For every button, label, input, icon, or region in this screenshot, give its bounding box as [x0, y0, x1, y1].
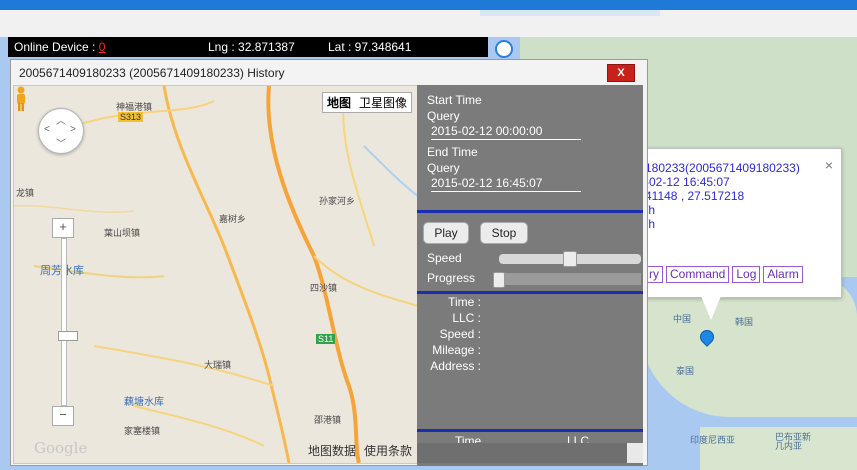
map-place-reservoir: 藕塘水库: [124, 397, 164, 408]
pan-control[interactable]: ︿ ﹀ < >: [38, 108, 84, 154]
dialog-close-button[interactable]: X: [607, 64, 635, 82]
zoom-control: + −: [52, 218, 78, 426]
street-view-pegman-icon[interactable]: [14, 86, 28, 112]
land-area: [640, 277, 857, 417]
map-place: 家塞楼镇: [124, 426, 161, 436]
latitude-readout: Lat : 97.348641: [328, 40, 412, 54]
map-type-switch: 地图 卫星图像: [321, 92, 412, 113]
google-logo: Google: [34, 439, 88, 457]
map-label-korea: 韩国: [735, 317, 754, 327]
top-toolbar: [0, 10, 857, 37]
map-place: 四沙镇: [310, 283, 338, 293]
map-road-shield: S11: [316, 334, 336, 344]
map-place: 邵港镇: [314, 415, 342, 425]
status-bar: Online Device : 0 Lng : 32.871387 Lat : …: [8, 37, 488, 57]
info-time-label: Time :: [448, 295, 481, 309]
online-device-label: Online Device :: [14, 40, 99, 54]
popup-pointer: [701, 296, 721, 320]
dialog-title: 2005671409180233 (2005671409180233) Hist…: [19, 66, 285, 80]
map-label-papua: 巴布亚新几内亚: [775, 432, 812, 451]
map-label-china: 中国: [673, 314, 692, 324]
zoom-track[interactable]: [58, 238, 78, 406]
pan-up-icon[interactable]: ︿: [56, 112, 66, 127]
progress-bar[interactable]: [493, 272, 641, 288]
popup-close-icon[interactable]: ×: [825, 157, 833, 173]
speed-slider[interactable]: [499, 251, 641, 267]
speed-slider-thumb[interactable]: [563, 251, 577, 267]
end-time-field[interactable]: 2015-02-12 16:45:07: [431, 176, 581, 192]
map-label-thailand: 泰国: [676, 366, 695, 376]
map-place: 嘉树乡: [219, 214, 247, 224]
zoom-handle[interactable]: [58, 331, 78, 341]
map-place: 龙镇: [16, 188, 35, 198]
zoom-out-button[interactable]: −: [52, 406, 74, 426]
play-button[interactable]: Play: [423, 222, 469, 244]
start-time-field[interactable]: 2015-02-12 00:00:00: [431, 124, 581, 140]
progress-label: Progress: [427, 271, 476, 285]
map-type-map-button[interactable]: 地图: [323, 93, 355, 112]
pan-right-icon[interactable]: >: [70, 124, 76, 135]
toolbar-tab-indicator: [480, 10, 660, 16]
map-label-indonesia: 印度尼西亚: [690, 435, 736, 445]
top-accent-strip: [0, 0, 857, 10]
pan-down-icon[interactable]: ﹀: [56, 135, 66, 150]
online-device: Online Device : 0: [14, 37, 105, 57]
map-type-satellite-button[interactable]: 卫星图像: [355, 93, 411, 112]
history-control-panel: Start Time Query 2015-02-12 00:00:00 End…: [417, 85, 643, 466]
online-device-count[interactable]: 0: [99, 40, 106, 54]
map-place: 葉山坝镇: [104, 228, 141, 238]
map-place: 大瑞镇: [204, 360, 232, 370]
popup-device-id: 180233(2005671409180233): [645, 161, 800, 175]
info-popup: 180233(2005671409180233) -02-12 16:45:07…: [630, 148, 842, 320]
info-mileage-label: Mileage :: [432, 343, 481, 357]
popup-coordinates: 41148 , 27.517218: [645, 189, 745, 203]
longitude-readout: Lng : 32.871387: [208, 40, 295, 54]
map-data-link[interactable]: 地图数据: [308, 444, 356, 458]
track-table-body: [417, 443, 627, 463]
map-place: 孙家河乡: [319, 196, 356, 206]
map-road-shield: S313: [118, 112, 144, 122]
popup-time: -02-12 16:45:07: [645, 175, 730, 189]
progress-thumb[interactable]: [493, 272, 505, 288]
end-query-label: Query: [427, 161, 460, 175]
section-divider: [417, 291, 643, 294]
popup-link-log[interactable]: Log: [732, 266, 761, 283]
info-address-label: Address :: [430, 359, 481, 373]
info-llc-label: LLC :: [452, 311, 481, 325]
zoom-in-button[interactable]: +: [52, 218, 74, 238]
map-footer: 地图数据 使用条款: [300, 442, 412, 459]
speed-label: Speed: [427, 251, 462, 265]
table-scrollbar[interactable]: [627, 443, 643, 463]
stop-button[interactable]: Stop: [480, 222, 528, 244]
history-map[interactable]: 神福港镇 S313 龙镇 周芳水库 葉山坝镇 孙家河乡 嘉树乡 四沙镇 S11 …: [13, 85, 419, 464]
info-speed-label: Speed :: [439, 327, 481, 341]
map-circle-button[interactable]: [495, 40, 513, 58]
terms-link[interactable]: 使用条款: [364, 444, 412, 458]
section-divider: [417, 210, 643, 213]
pan-left-icon[interactable]: <: [44, 124, 50, 135]
popup-link-alarm[interactable]: Alarm: [763, 266, 803, 283]
popup-links: ry Command Log Alarm: [645, 266, 806, 283]
end-time-label: End Time: [427, 145, 478, 159]
start-query-label: Query: [427, 109, 460, 123]
start-time-label: Start Time: [427, 93, 482, 107]
popup-link-command[interactable]: Command: [666, 266, 730, 283]
